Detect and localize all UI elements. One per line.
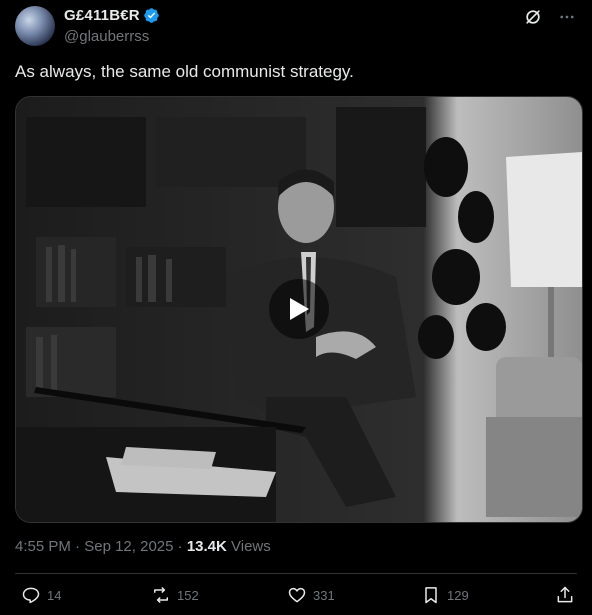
video-player[interactable] (15, 96, 583, 523)
reply-button[interactable]: 14 (21, 585, 61, 605)
divider (15, 573, 577, 574)
tweet-text: As always, the same old communist strate… (15, 62, 354, 81)
avatar[interactable] (15, 6, 55, 46)
tweet-meta: 4:55 PM · Sep 12, 2025 · 13.4K Views (15, 538, 271, 555)
like-count: 331 (313, 587, 335, 603)
bookmark-count: 129 (447, 587, 469, 603)
bookmark-icon (425, 587, 437, 604)
share-icon (557, 586, 573, 603)
share-button[interactable] (555, 585, 575, 605)
display-name-text: G£411B€R (64, 7, 140, 24)
play-button[interactable] (269, 279, 329, 339)
like-button[interactable]: 331 (287, 585, 335, 605)
reply-count: 14 (47, 587, 62, 603)
bookmark-button[interactable]: 129 (421, 585, 469, 605)
repost-count: 152 (177, 587, 199, 603)
views-count: 13.4K (186, 538, 227, 555)
heart-icon (288, 587, 306, 603)
display-name[interactable]: G£411B€R (64, 7, 160, 24)
repost-button[interactable]: 152 (151, 585, 199, 605)
verified-badge-icon (144, 8, 159, 23)
reply-icon (22, 587, 40, 604)
grok-icon[interactable] (522, 6, 544, 28)
tweet-time[interactable]: 4:55 PM (15, 538, 71, 555)
more-options-icon[interactable] (556, 6, 578, 28)
views-label: Views (231, 538, 271, 555)
repost-icon (154, 587, 168, 603)
play-icon (290, 298, 309, 320)
handle[interactable]: @glauberrss (64, 28, 149, 45)
action-bar: 14 152 331 129 (15, 585, 577, 611)
tweet-date[interactable]: Sep 12, 2025 (84, 538, 173, 555)
